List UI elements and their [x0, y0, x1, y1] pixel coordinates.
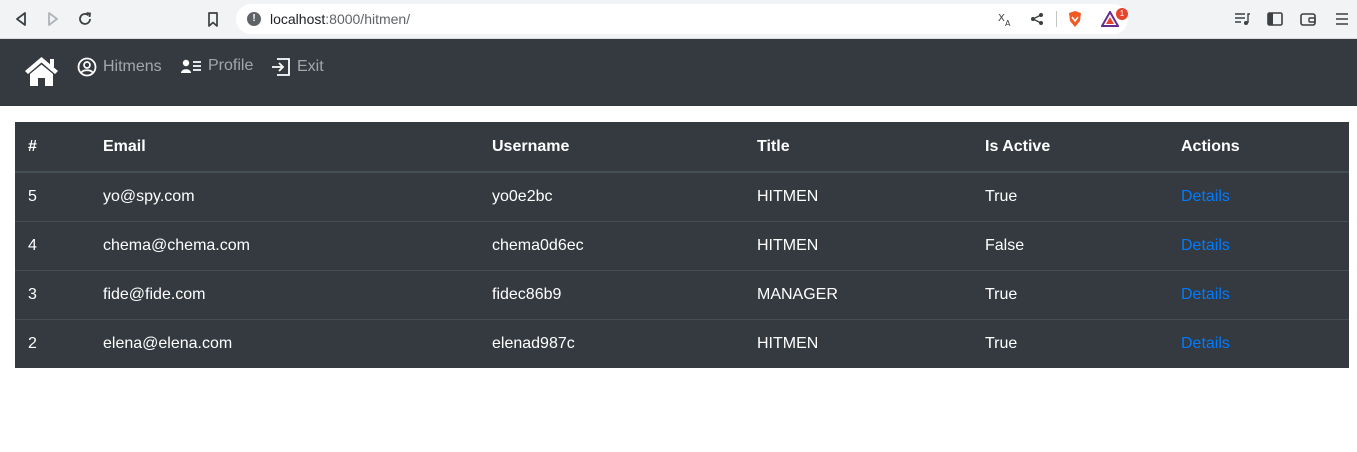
header-email: Email [90, 122, 479, 173]
header-id: # [15, 122, 90, 173]
translate-icon[interactable]: XA [996, 10, 1014, 28]
nav-profile[interactable]: Profile [180, 57, 253, 75]
nav-hitmens-label: Hitmens [103, 58, 162, 75]
nav-exit-label: Exit [297, 58, 324, 75]
url-path: :8000/hitmen/ [325, 11, 411, 27]
home-icon[interactable] [23, 55, 60, 92]
cell-title: HITMEN [757, 187, 819, 205]
hitmen-table: # Email Username Title Is Active Actions… [15, 122, 1349, 368]
reload-icon[interactable] [74, 8, 96, 30]
cell-username: chema0d6ec [479, 220, 744, 270]
wallet-icon[interactable] [1297, 8, 1319, 30]
details-link[interactable]: Details [1181, 335, 1230, 352]
cell-username: elenad987c [479, 318, 744, 368]
bookmark-icon[interactable] [202, 8, 224, 30]
nav-hitmens[interactable]: Hitmens [77, 57, 162, 77]
nav-exit[interactable]: Exit [271, 57, 324, 77]
hitmen-table-container: # Email Username Title Is Active Actions… [15, 122, 1349, 368]
cell-actions: Details [1168, 318, 1349, 368]
cell-actions: Details [1168, 172, 1349, 221]
cell-is-active: True [985, 187, 1018, 205]
cell-email: fide@fide.com [90, 269, 479, 319]
browser-toolbar: ! localhost:8000/hitmen/ XA 1 [0, 0, 1357, 39]
cell-id: 3 [15, 269, 90, 319]
header-actions: Actions [1168, 122, 1349, 173]
svg-text:A: A [1005, 19, 1011, 27]
share-icon[interactable] [1028, 10, 1046, 28]
cell-email: elena@elena.com [90, 318, 479, 368]
cell-actions: Details [1168, 220, 1349, 270]
sign-out-icon [272, 58, 290, 76]
rewards-badge: 1 [1116, 8, 1128, 20]
cell-email: yo@spy.com [103, 187, 195, 205]
table-row: 3 fide@fide.com fidec86b9 MANAGER True D… [15, 269, 1349, 319]
app-navbar: Hitmens Profile Exit [0, 39, 1357, 106]
cell-username: yo0e2bc [492, 187, 553, 205]
menu-icon[interactable] [1331, 8, 1353, 30]
table-row: 5 yo@spy.com yo0e2bc HITMEN True Details [15, 172, 1349, 221]
address-bar[interactable]: ! localhost:8000/hitmen/ XA 1 [236, 4, 1128, 34]
cell-title: MANAGER [744, 269, 972, 319]
cell-username: fidec86b9 [479, 269, 744, 319]
nav-profile-label: Profile [208, 57, 254, 74]
header-username: Username [479, 122, 744, 173]
table-row: 4 chema@chema.com chema0d6ec HITMEN Fals… [15, 220, 1349, 270]
omnibox-divider [1056, 11, 1057, 27]
cell-actions: Details [1168, 269, 1349, 319]
url-text[interactable]: localhost:8000/hitmen/ [270, 11, 410, 27]
cell-id: 2 [15, 318, 90, 368]
cell-is-active: False [972, 220, 1168, 270]
header-is-active: Is Active [972, 122, 1168, 173]
header-title: Title [744, 122, 972, 173]
cell-title: HITMEN [744, 220, 972, 270]
id-card-icon [181, 59, 201, 73]
cell-is-active: True [972, 318, 1168, 368]
cell-title: HITMEN [744, 318, 972, 368]
cell-is-active: True [972, 269, 1168, 319]
table-header-row: # Email Username Title Is Active Actions [15, 122, 1349, 173]
user-circle-icon [77, 57, 97, 77]
brave-shields-icon[interactable] [1066, 10, 1084, 28]
details-link[interactable]: Details [1181, 188, 1230, 205]
media-icon[interactable] [1231, 8, 1253, 30]
cell-email: chema@chema.com [90, 220, 479, 270]
site-info-icon[interactable]: ! [247, 12, 261, 26]
cell-id: 4 [15, 220, 90, 270]
back-icon[interactable] [10, 8, 32, 30]
table-row: 2 elena@elena.com elenad987c HITMEN True… [15, 318, 1349, 368]
svg-text:X: X [998, 13, 1005, 24]
forward-icon[interactable] [42, 8, 64, 30]
details-link[interactable]: Details [1181, 237, 1230, 254]
cell-id: 5 [28, 187, 37, 205]
sidebar-icon[interactable] [1264, 8, 1286, 30]
url-host: localhost [270, 11, 326, 27]
details-link[interactable]: Details [1181, 286, 1230, 303]
